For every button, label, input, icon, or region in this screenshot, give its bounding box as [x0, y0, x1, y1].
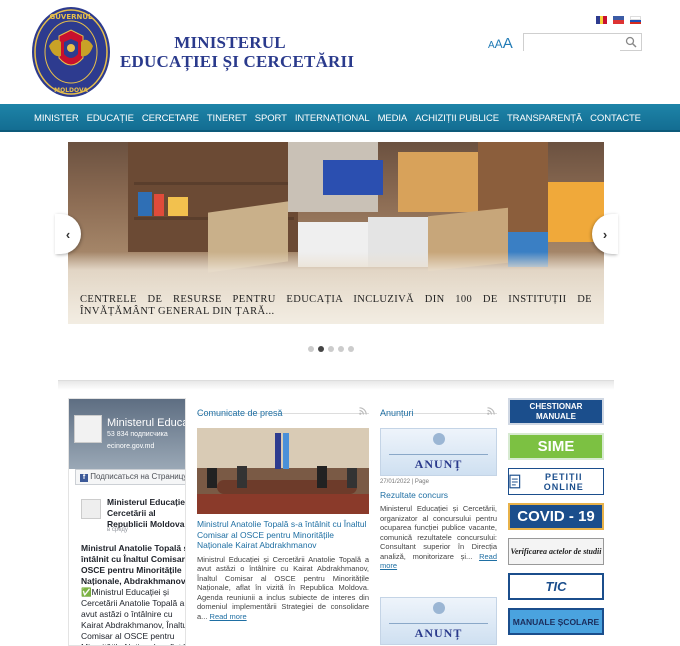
press-releases-column: Comunicate de presă Ministrul Anatolie T… [197, 398, 369, 621]
facebook-page-name[interactable]: Ministerul Educați [107, 417, 185, 429]
facebook-subscribe-label: Подписаться на Страницу [90, 472, 186, 481]
banner-tic[interactable]: TIC [508, 573, 604, 600]
banner-petitii-online[interactable]: PETIȚII ONLINE [508, 468, 604, 495]
slider-dot[interactable] [308, 346, 314, 352]
flag-ro-icon[interactable] [596, 16, 608, 24]
post-time[interactable]: в среду [107, 527, 128, 533]
nav-item-tineret[interactable]: Tineret [207, 113, 247, 124]
banner-manuale-scolare[interactable]: MANUALE ȘCOLARE [508, 608, 604, 635]
banners-column: CHESTIONAR MANUALE SIME PETIȚII ONLINE C… [508, 398, 604, 643]
search-input[interactable] [524, 36, 620, 53]
font-size-small-button[interactable]: A [488, 40, 495, 51]
font-size-medium-button[interactable]: A [495, 37, 503, 51]
banner-covid-label: COVID - 19 [517, 508, 595, 525]
slide-caption: CENTRELE DE RESURSE PENTRU EDUCAȚIA INCL… [68, 252, 604, 324]
flag-ru-icon[interactable] [630, 16, 641, 24]
facebook-widget: Ministerul Educați 53 834 подписчика eci… [68, 398, 186, 646]
press-body: Ministrul Educației și Cercetării Anatol… [197, 555, 369, 622]
announcement-title[interactable]: Rezultate concurs [380, 490, 497, 500]
banner-verificarea-label: Verificarea actelor de studii [510, 547, 602, 556]
slider-dot[interactable] [328, 346, 334, 352]
announcement-image-rule [389, 622, 488, 624]
chevron-left-icon: ‹ [65, 226, 71, 242]
press-heading[interactable]: Comunicate de presă [197, 408, 283, 418]
nav-item-educatie[interactable]: Educație [87, 113, 134, 124]
facebook-url[interactable]: ecinore.gov.md [107, 443, 154, 450]
ministry-logo[interactable]: GUVERNUL MOLDOVA [31, 6, 111, 98]
document-icon [509, 474, 521, 489]
font-size-controls: AAA [488, 35, 513, 53]
rss-icon[interactable] [487, 407, 495, 415]
nav-item-international[interactable]: Internațional [295, 113, 370, 124]
language-switcher [596, 16, 641, 24]
ministry-title-line1: MINISTERUL [174, 33, 286, 52]
crest-icon [433, 601, 445, 614]
announcements-heading[interactable]: Anunțuri [380, 408, 414, 418]
search-icon[interactable] [625, 36, 637, 48]
nav-item-achizitii[interactable]: Achiziții publice [415, 113, 499, 124]
banner-covid-19[interactable]: COVID - 19 [508, 503, 604, 530]
slider-pagination [308, 346, 354, 352]
post-headline: Ministrul Anatolie Topală s-a întâlnit c… [81, 543, 186, 586]
nav-item-minister[interactable]: Minister [34, 113, 79, 124]
slider-dot[interactable] [338, 346, 344, 352]
announcement-image-rule [389, 454, 488, 455]
announcements-heading-bar: Anunțuri [380, 398, 497, 418]
banner-manuale-label: MANUALE ȘCOLARE [512, 616, 600, 627]
nav-item-transparenta[interactable]: Transparență [507, 113, 582, 124]
nav-item-sport[interactable]: Sport [255, 113, 287, 124]
main-navigation: Minister Educație Cercetare Tineret Spor… [0, 104, 680, 132]
post-text: ✅Ministrul Educației și Cercetării Anato… [81, 587, 185, 645]
announcement-date: 27/01/2022 | Page [380, 479, 429, 485]
post-avatar[interactable] [81, 499, 101, 519]
facebook-page-avatar[interactable] [74, 415, 102, 443]
banner-chestionar-manuale[interactable]: CHESTIONAR MANUALE [508, 398, 604, 425]
announcement-image-2[interactable]: ANUNȚ [380, 596, 497, 645]
site-header: GUVERNUL MOLDOVA MINISTERUL EDUCAȚIEI ȘI… [0, 0, 680, 104]
chevron-right-icon: › [602, 226, 608, 242]
banner-chestionar-label: CHESTIONAR MANUALE [529, 401, 583, 421]
facebook-icon: f [80, 474, 88, 482]
facebook-subscribe-button[interactable]: f Подписаться на Страницу [75, 469, 186, 485]
press-read-more-link[interactable]: Read more [210, 612, 247, 621]
svg-text:GUVERNUL: GUVERNUL [49, 13, 93, 21]
slide-caption-text[interactable]: CENTRELE DE RESURSE PENTRU EDUCAȚIA INCL… [80, 294, 592, 318]
slider-dot-active[interactable] [318, 346, 324, 352]
announcement-body: Ministerul Educației și Cercetării, orga… [380, 504, 497, 571]
announcement-image[interactable]: ANUNȚ [380, 428, 497, 476]
announcements-column: Anunțuri ANUNȚ 27/01/2022 | Page Rezulta… [380, 398, 497, 645]
facebook-likes: 53 834 подписчика [107, 431, 168, 438]
flag-en-icon[interactable] [613, 16, 624, 24]
svg-text:MOLDOVA: MOLDOVA [54, 87, 88, 94]
font-size-large-button[interactable]: A [503, 35, 513, 52]
search-box [523, 33, 642, 53]
facebook-cover[interactable]: Ministerul Educați 53 834 подписчика eci… [69, 399, 185, 469]
banner-sime[interactable]: SIME [508, 433, 604, 460]
rss-icon[interactable] [359, 407, 367, 415]
banner-sime-label: SIME [537, 438, 575, 455]
post-body: Ministrul Anatolie Topală s-a întâlnit c… [81, 543, 186, 645]
crest-icon [433, 433, 445, 445]
ministry-title-line2: EDUCAȚIEI ȘI CERCETĂRII [120, 52, 355, 71]
nav-item-contacte[interactable]: Contacte [590, 113, 641, 124]
section-divider [58, 380, 614, 390]
ministry-title[interactable]: MINISTERUL EDUCAȚIEI ȘI CERCETĂRII [120, 33, 355, 71]
press-heading-bar: Comunicate de presă [197, 398, 369, 418]
post-author[interactable]: Ministerul Educației și Cercetării al Re… [107, 497, 185, 530]
slider-dot[interactable] [348, 346, 354, 352]
announcement-image-title-2: ANUNȚ [414, 625, 463, 640]
banner-verificarea-actelor[interactable]: Verificarea actelor de studii [508, 538, 604, 565]
banner-petitii-label: PETIȚII ONLINE [543, 471, 584, 492]
press-title[interactable]: Ministrul Anatolie Topală s-a întâlnit c… [197, 519, 369, 551]
announcement-image-title: ANUNȚ [414, 457, 463, 471]
hero-slider[interactable]: CENTRELE DE RESURSE PENTRU EDUCAȚIA INCL… [68, 142, 604, 324]
press-image[interactable] [197, 428, 369, 514]
banner-tic-label: TIC [545, 579, 567, 594]
nav-item-cercetare[interactable]: Cercetare [142, 113, 199, 124]
nav-item-media[interactable]: Media [378, 113, 408, 124]
